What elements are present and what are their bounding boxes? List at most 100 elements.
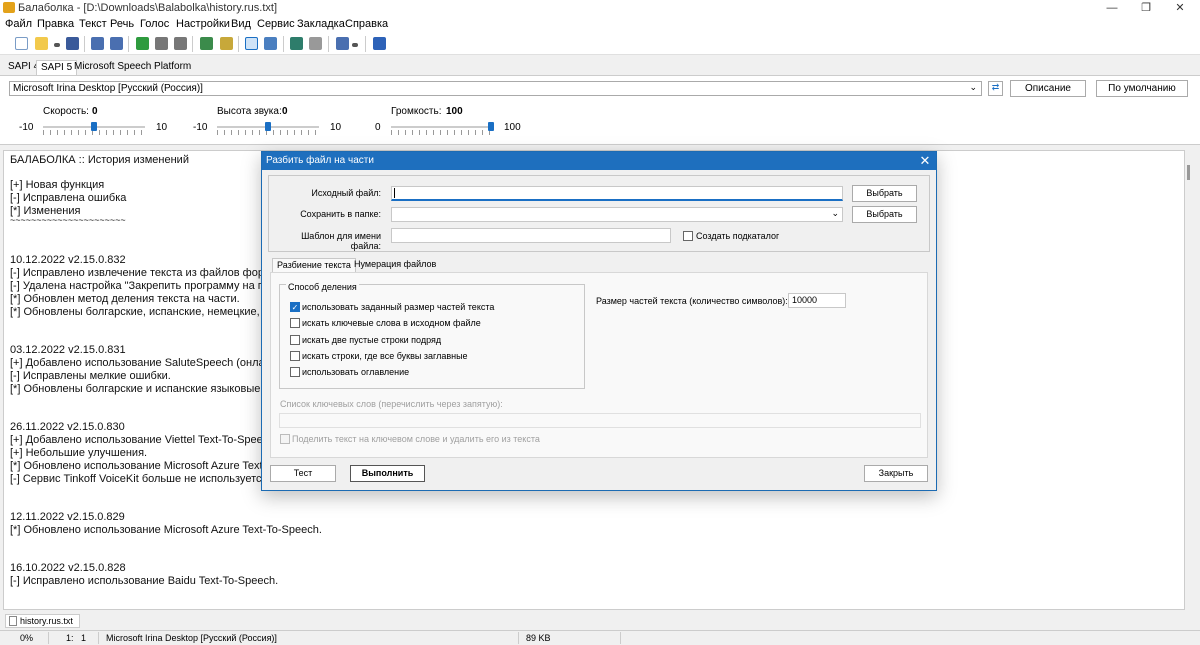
editor-line: 26.11.2022 v2.15.0.830 — [10, 421, 125, 433]
status-separator — [48, 632, 49, 644]
part-size-input[interactable]: 10000 — [788, 293, 846, 308]
toolbar-separator — [328, 36, 329, 52]
test-button[interactable]: Тест — [270, 465, 336, 482]
new-document-icon[interactable] — [15, 37, 28, 50]
volume-max: 100 — [504, 122, 521, 133]
document-icon — [9, 616, 17, 626]
tab-text-split[interactable]: Разбиение текста — [272, 258, 356, 272]
run-button[interactable]: Выполнить — [350, 465, 425, 482]
method-empty-lines-checkbox[interactable] — [290, 335, 300, 345]
save-folder-select[interactable]: ⌄ — [391, 207, 843, 222]
menu-view[interactable]: Вид — [231, 18, 251, 30]
translate-icon[interactable] — [290, 37, 303, 50]
toolbar-separator — [238, 36, 239, 52]
menu-file[interactable]: Файл — [5, 18, 32, 30]
save-folder-label: Сохранить в папке: — [300, 209, 381, 219]
part-size-label: Размер частей текста (количество символо… — [596, 296, 788, 306]
convert-dropdown-icon[interactable] — [352, 43, 358, 47]
save-icon[interactable] — [66, 37, 79, 50]
create-subdir-label: Создать подкаталог — [696, 231, 780, 241]
menu-speech[interactable]: Речь — [110, 18, 134, 30]
menu-edit[interactable]: Правка — [37, 18, 74, 30]
help-icon[interactable] — [373, 37, 386, 50]
window-title: Балаболка - [D:\Downloads\Balabolka\hist… — [18, 2, 278, 14]
vertical-scrollbar[interactable] — [1185, 150, 1197, 610]
toolbar-separator — [128, 36, 129, 52]
volume-slider-thumb[interactable] — [488, 122, 494, 131]
browse-folder-button[interactable]: Выбрать — [852, 206, 917, 223]
toolbar-separator — [192, 36, 193, 52]
pitch-slider-thumb[interactable] — [265, 122, 271, 131]
rate-min: -10 — [19, 122, 34, 133]
chevron-down-icon: ⌄ — [969, 82, 977, 92]
keywords-label: Список ключевых слов (перечислить через … — [280, 399, 503, 409]
pitch-value: 0 — [282, 106, 288, 117]
editor-line: БАЛАБОЛКА :: История изменений — [10, 154, 189, 166]
split-on-keyword-checkbox[interactable] — [280, 434, 290, 444]
toolbar-separator — [365, 36, 366, 52]
refresh-voices-icon[interactable]: ⇄ — [988, 81, 1003, 96]
menu-text[interactable]: Текст — [79, 18, 107, 30]
editor-line: 12.11.2022 v2.15.0.829 — [10, 511, 125, 523]
menu-help[interactable]: Справка — [345, 18, 388, 30]
stop-icon[interactable] — [174, 37, 187, 50]
open-dropdown-icon[interactable] — [54, 43, 60, 47]
template-label: Шаблон для имени файла: — [301, 231, 381, 251]
scrollbar-thumb[interactable] — [1187, 165, 1190, 180]
voice-select-value: Microsoft Irina Desktop [Русский (Россия… — [13, 83, 203, 94]
rate-value: 0 — [92, 106, 98, 117]
pause-icon[interactable] — [155, 37, 168, 50]
dialog-title: Разбить файл на части — [266, 155, 374, 166]
default-button[interactable]: По умолчанию — [1096, 80, 1188, 97]
save-audio-icon[interactable] — [200, 37, 213, 50]
status-progress: 0% — [20, 633, 34, 643]
status-size: 89 KB — [526, 633, 551, 643]
editor-line: [*] Обновлено использование Microsoft Az… — [10, 460, 273, 472]
close-dialog-button[interactable]: Закрыть — [864, 465, 928, 482]
method-fixed-size-checkbox[interactable]: ✓ — [290, 302, 300, 312]
editor-line: 03.12.2022 v2.15.0.831 — [10, 344, 126, 356]
dialog-close-icon[interactable]: ✕ — [916, 152, 934, 170]
speak-icon[interactable] — [91, 37, 104, 50]
method-uppercase-checkbox[interactable] — [290, 351, 300, 361]
pitch-max: 10 — [330, 122, 342, 133]
volume-slider[interactable] — [391, 126, 493, 128]
compare-icon[interactable] — [309, 37, 322, 50]
voice-select[interactable]: Microsoft Irina Desktop [Русский (Россия… — [9, 81, 982, 96]
editor-line: [-] Исправлено использование Baidu Text-… — [10, 575, 279, 587]
method-toc-checkbox[interactable] — [290, 367, 300, 377]
status-separator — [98, 632, 99, 644]
rate-slider-thumb[interactable] — [91, 122, 97, 131]
source-file-input[interactable] — [391, 186, 843, 201]
source-file-label: Исходный файл: — [311, 188, 381, 198]
template-input[interactable] — [391, 228, 671, 243]
method-keywords-checkbox[interactable] — [290, 318, 300, 328]
split-audio-icon[interactable] — [220, 37, 233, 50]
method-option-label: искать строки, где все буквы заглавные — [302, 351, 468, 361]
speak-clipboard-icon[interactable] — [110, 37, 123, 50]
open-folder-icon[interactable] — [35, 37, 48, 50]
description-button[interactable]: Описание — [1010, 80, 1086, 97]
tab-file-numbering[interactable]: Нумерация файлов — [350, 258, 440, 272]
app-logo-icon — [3, 2, 15, 13]
editor-line: 16.10.2022 v2.15.0.828 — [10, 562, 126, 574]
bookmark-icon[interactable] — [264, 37, 277, 50]
keywords-input[interactable] — [279, 413, 921, 428]
toolbar-separator — [84, 36, 85, 52]
convert-icon[interactable] — [336, 37, 349, 50]
menu-tools[interactable]: Сервис — [257, 18, 295, 30]
file-tab[interactable]: history.rus.txt — [5, 614, 80, 628]
tab-speech-platform[interactable]: Microsoft Speech Platform — [70, 60, 195, 75]
menu-voice[interactable]: Голос — [140, 18, 169, 30]
menu-bookmark[interactable]: Закладка — [297, 18, 345, 30]
voice-panel-icon[interactable] — [245, 37, 258, 50]
editor-line: [-] Исправлено извлечение текста из файл… — [10, 267, 272, 279]
browse-source-button[interactable]: Выбрать — [852, 185, 917, 202]
menu-settings[interactable]: Настройки — [176, 18, 230, 30]
editor-line: [+] Небольшие улучшения. — [10, 447, 148, 459]
close-window-button[interactable]: ✕ — [1160, 0, 1200, 16]
volume-label: Громкость: — [391, 106, 442, 117]
editor-line: [-] Удалена настройка "Закрепить програм… — [10, 280, 270, 292]
play-icon[interactable] — [136, 37, 149, 50]
create-subdir-checkbox[interactable] — [683, 231, 693, 241]
